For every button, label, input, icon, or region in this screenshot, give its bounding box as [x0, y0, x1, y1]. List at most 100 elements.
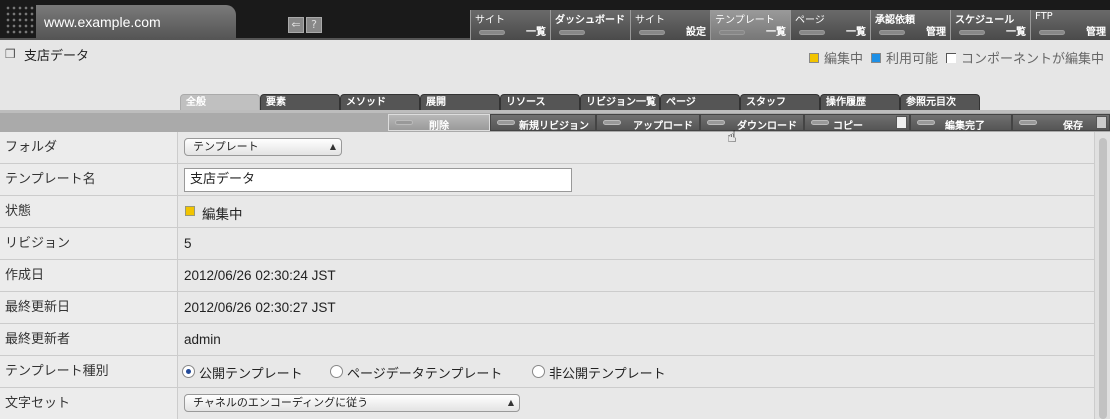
public-template-label[interactable]: 公開テンプレート: [199, 363, 303, 382]
top-navigation: サイト 一覧 ダッシュボード サイト 設定 テンプレート 一覧 ページ 一覧 承…: [470, 10, 1110, 40]
folder-select[interactable]: テンプレート ▲: [184, 138, 342, 156]
select-arrows-icon: ▲: [507, 398, 514, 407]
updated-value: 2012/06/26 02:30:27 JST: [184, 300, 336, 315]
tab-bar: 全般 要素 メソッド 展開 リソース リビジョン一覧 ページ スタッフ 操作履歴…: [180, 94, 980, 110]
back-arrow-icon[interactable]: ⇐: [288, 17, 304, 33]
upload-button[interactable]: アップロード: [596, 114, 700, 132]
button-indicator-icon: [811, 120, 829, 125]
help-icon[interactable]: ?: [306, 17, 322, 33]
delete-button[interactable]: 削除: [388, 114, 490, 132]
nav-indicator-icon: [959, 30, 985, 35]
created-value: 2012/06/26 02:30:24 JST: [184, 268, 336, 283]
scrollbar-thumb[interactable]: [1099, 138, 1107, 419]
button-indicator-icon: [603, 120, 621, 125]
form-row-status: 状態 編集中: [0, 196, 1094, 228]
template-type-label: テンプレート種別: [0, 356, 178, 387]
button-indicator-icon: [707, 120, 725, 125]
nav-indicator-icon: [719, 30, 745, 35]
created-label: 作成日: [0, 260, 178, 291]
legend-available: 利用可能: [885, 52, 938, 67]
private-template-radio[interactable]: [532, 365, 545, 378]
nav-template-list[interactable]: テンプレート 一覧: [710, 10, 790, 40]
document-icon: [896, 116, 907, 129]
form-row-template-type: テンプレート種別 公開テンプレート ページデータテンプレート 非公開テンプレート: [0, 356, 1094, 388]
form-row-folder: フォルダ テンプレート ▲: [0, 132, 1094, 164]
action-buttons: 削除 新規リビジョン アップロード ダウンロード コピー 編集完了 保存: [388, 114, 1110, 132]
logo-icon[interactable]: [4, 4, 36, 36]
charset-select[interactable]: チャネルのエンコーディングに従う ▲: [184, 394, 520, 412]
folder-label: フォルダ: [0, 132, 178, 163]
private-template-label[interactable]: 非公開テンプレート: [549, 363, 666, 382]
vertical-scrollbar[interactable]: [1094, 132, 1110, 419]
nav-indicator-icon: [559, 30, 585, 35]
tab-general[interactable]: 全般: [180, 94, 260, 110]
revision-value: 5: [184, 236, 192, 251]
nav-dashboard[interactable]: ダッシュボード: [550, 10, 630, 40]
status-value: 編集中: [202, 207, 243, 222]
nav-indicator-icon: [879, 30, 905, 35]
nav-indicator-icon: [1039, 30, 1065, 35]
tab-resources[interactable]: リソース: [500, 94, 580, 110]
nav-ftp-management[interactable]: FTP 管理: [1030, 10, 1110, 40]
copy-button[interactable]: コピー: [804, 114, 910, 132]
new-revision-button[interactable]: 新規リビジョン: [490, 114, 596, 132]
button-indicator-icon: [497, 120, 515, 125]
legend-component-editing: コンポーネントが編集中: [960, 52, 1104, 67]
editing-status-icon: [808, 52, 819, 63]
nav-site-settings[interactable]: サイト 設定: [630, 10, 710, 40]
download-button[interactable]: ダウンロード: [700, 114, 804, 132]
revision-label: リビジョン: [0, 228, 178, 259]
form-row-name: テンプレート名 支店データ: [0, 164, 1094, 196]
save-button[interactable]: 保存: [1012, 114, 1110, 132]
form-row-updater: 最終更新者 admin: [0, 324, 1094, 356]
form-row-charset: 文字セット チャネルのエンコーディングに従う ▲: [0, 388, 1094, 419]
editing-status-icon: [185, 206, 195, 216]
nav-indicator-icon: [479, 30, 505, 35]
tab-deploy[interactable]: 展開: [420, 94, 500, 110]
status-label: 状態: [0, 196, 178, 227]
updater-label: 最終更新者: [0, 324, 178, 355]
hand-cursor-icon: ☝: [727, 127, 737, 146]
site-selector[interactable]: www.example.com: [36, 5, 236, 39]
tab-pages[interactable]: ページ: [660, 94, 740, 110]
form-row-revision: リビジョン 5: [0, 228, 1094, 260]
page-data-template-radio[interactable]: [330, 365, 343, 378]
tab-revisions[interactable]: リビジョン一覧: [580, 94, 660, 110]
action-bar: 削除 新規リビジョン アップロード ダウンロード コピー 編集完了 保存: [0, 113, 1110, 132]
template-properties-form: フォルダ テンプレート ▲ テンプレート名 支店データ 状態 編集中 リビジョン…: [0, 132, 1094, 419]
save-disk-icon: [1096, 116, 1107, 129]
nav-approval-management[interactable]: 承認依頼 管理: [870, 10, 950, 40]
finish-editing-button[interactable]: 編集完了: [910, 114, 1012, 132]
tab-methods[interactable]: メソッド: [340, 94, 420, 110]
charset-label: 文字セット: [0, 388, 178, 419]
updater-value: admin: [184, 332, 221, 347]
available-status-icon: [870, 52, 881, 63]
updated-label: 最終更新日: [0, 292, 178, 323]
page-data-template-label[interactable]: ページデータテンプレート: [347, 363, 502, 382]
form-row-created: 作成日 2012/06/26 02:30:24 JST: [0, 260, 1094, 292]
tab-elements[interactable]: 要素: [260, 94, 340, 110]
tab-references[interactable]: 参照元目次: [900, 94, 980, 110]
template-name-label: テンプレート名: [0, 164, 178, 195]
form-row-updated: 最終更新日 2012/06/26 02:30:27 JST: [0, 292, 1094, 324]
component-editing-status-icon: [945, 52, 956, 63]
status-legend: 編集中 利用可能 コンポーネントが編集中: [801, 48, 1104, 67]
top-bar: www.example.com ⇐ ? サイト 一覧 ダッシュボード サイト 設…: [0, 0, 1110, 40]
template-name-input[interactable]: 支店データ: [184, 168, 572, 192]
site-url: www.example.com: [44, 14, 161, 30]
page-title: 支店データ: [24, 49, 90, 64]
nav-schedule-list[interactable]: スケジュール 一覧: [950, 10, 1030, 40]
select-arrows-icon: ▲: [329, 142, 336, 151]
nav-page-list[interactable]: ページ 一覧: [790, 10, 870, 40]
tab-staff[interactable]: スタッフ: [740, 94, 820, 110]
button-indicator-icon: [917, 120, 935, 125]
tab-history[interactable]: 操作履歴: [820, 94, 900, 110]
public-template-radio[interactable]: [182, 365, 195, 378]
button-indicator-icon: [395, 120, 413, 125]
legend-editing: 編集中: [823, 52, 863, 67]
nav-site-list[interactable]: サイト 一覧: [470, 10, 550, 40]
nav-indicator-icon: [639, 30, 665, 35]
template-document-icon: ❒: [5, 47, 16, 61]
nav-indicator-icon: [799, 30, 825, 35]
button-indicator-icon: [1019, 120, 1037, 125]
